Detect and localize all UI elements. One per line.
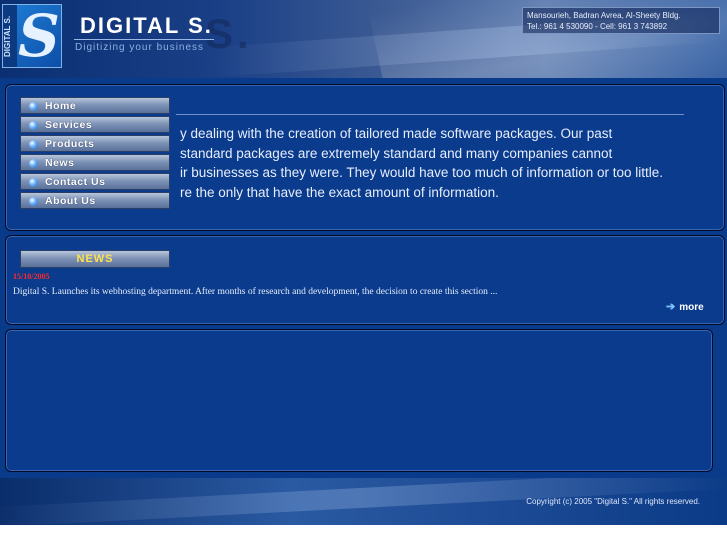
bullet-icon xyxy=(29,140,38,149)
nav-item-contact-us[interactable]: Contact Us xyxy=(20,173,170,190)
news-heading: NEWS xyxy=(20,250,170,268)
nav-item-news[interactable]: News xyxy=(20,154,170,171)
nav-item-services[interactable]: Services xyxy=(20,116,170,133)
nav-item-label: About Us xyxy=(45,195,96,207)
bullet-icon xyxy=(29,197,38,206)
intro-line: y dealing with the creation of tailored … xyxy=(180,126,613,141)
nav-item-products[interactable]: Products xyxy=(20,135,170,152)
bullet-icon xyxy=(29,159,38,168)
nav-item-label: Products xyxy=(45,138,95,150)
more-label: more xyxy=(679,302,704,313)
more-link[interactable]: ➔ more xyxy=(666,300,704,313)
content-panel xyxy=(5,329,713,472)
nav-item-about-us[interactable]: About Us xyxy=(20,192,170,209)
copyright: Copyright (c) 2005 "Digital S." All righ… xyxy=(526,497,700,506)
brand-divider xyxy=(74,39,214,40)
nav-item-label: Home xyxy=(45,100,77,112)
address-line: Mansourieh, Badran Avrea, Al-Sheety Bldg… xyxy=(527,11,681,20)
intro-line: ir businesses as they were. They would h… xyxy=(180,165,663,180)
intro-divider xyxy=(176,114,684,115)
intro-text: y dealing with the creation of tailored … xyxy=(180,124,685,202)
page: S. DIGITAL S. S DIGITAL S. Digitizing yo… xyxy=(0,0,727,525)
logo[interactable]: DIGITAL S. S xyxy=(2,4,62,68)
brand-title: DIGITAL S. xyxy=(80,13,213,38)
nav-item-label: News xyxy=(45,157,75,169)
phone-line: Tel.: 961 4 530090 - Cell: 961 3 743892 xyxy=(527,22,668,31)
main-nav: Home Services Products News Contact Us A… xyxy=(20,97,170,211)
arrow-right-icon: ➔ xyxy=(666,301,676,313)
news-summary: Digital S. Launches its webhosting depar… xyxy=(13,287,498,297)
footer: Copyright (c) 2005 "Digital S." All righ… xyxy=(0,478,727,525)
bullet-icon xyxy=(29,102,38,111)
nav-item-home[interactable]: Home xyxy=(20,97,170,114)
header-banner: S. DIGITAL S. S DIGITAL S. Digitizing yo… xyxy=(0,0,727,78)
contact-address: Mansourieh, Badran Avrea, Al-Sheety Bldg… xyxy=(522,7,720,34)
brand-tagline: Digitizing your business xyxy=(75,42,205,53)
news-panel xyxy=(5,235,725,325)
bullet-icon xyxy=(29,121,38,130)
logo-letter: S xyxy=(18,2,60,70)
intro-line: standard packages are extremely standard… xyxy=(180,145,613,161)
intro-line: re the only that have the exact amount o… xyxy=(180,184,499,200)
nav-item-label: Contact Us xyxy=(45,176,106,188)
bullet-icon xyxy=(29,178,38,187)
logo-side-text: DIGITAL S. xyxy=(3,5,17,67)
nav-item-label: Services xyxy=(45,119,93,131)
news-date: 15/10/2005 xyxy=(13,272,50,281)
